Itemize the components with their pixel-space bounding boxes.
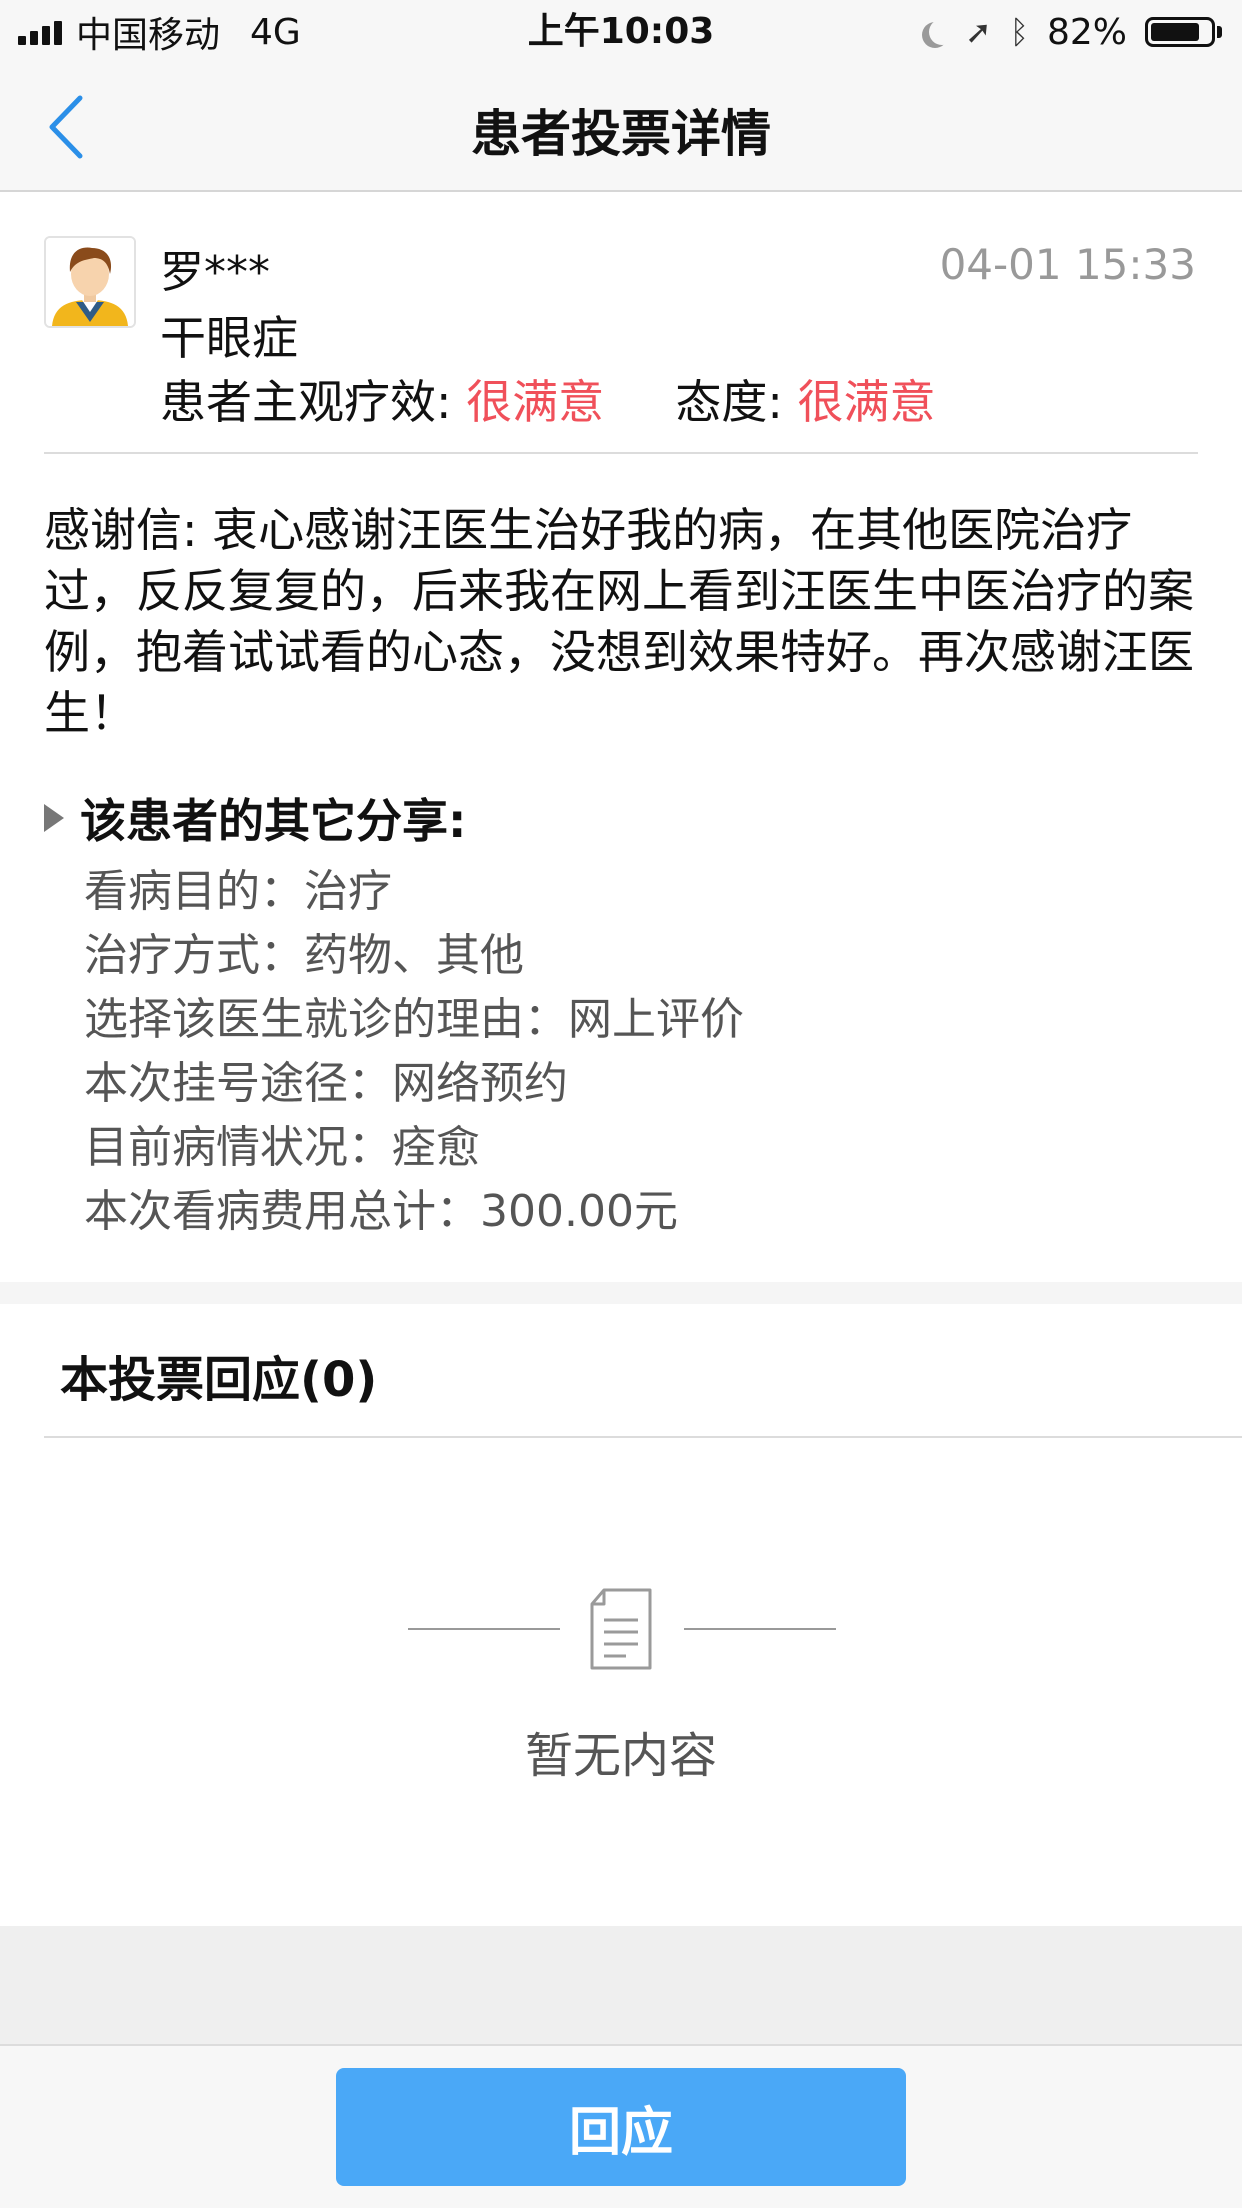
status-bar: 中国移动 4G 上午10:03 ➚ ᛒ 82%	[0, 0, 1242, 64]
share-item: 选择该医生就诊的理由：网上评价	[84, 994, 744, 1045]
share-header[interactable]: 该患者的其它分享:	[44, 788, 466, 848]
footer-spacer	[0, 1926, 1242, 2044]
empty-divider-left	[408, 1628, 560, 1630]
bottom-bar: 回应	[0, 2044, 1242, 2208]
bluetooth-icon: ᛒ	[1009, 13, 1029, 51]
attitude-value: 很满意	[797, 375, 936, 429]
share-item: 看病目的：治疗	[84, 866, 392, 917]
divider	[44, 452, 1198, 454]
review-timestamp: 04-01 15:33	[939, 240, 1196, 289]
thanks-letter: 感谢信: 衷心感谢汪医生治好我的病，在其他医院治疗过，反反复复的，后来我在网上看…	[44, 503, 1194, 740]
battery-icon	[1145, 17, 1222, 47]
responses-title: 本投票回应(0)	[60, 1352, 378, 1408]
nav-bar: 患者投票详情	[0, 64, 1242, 192]
avatar	[44, 236, 136, 328]
divider	[44, 1436, 1242, 1438]
share-item: 本次挂号途径：网络预约	[84, 1058, 568, 1109]
condition-label: 干眼症	[160, 311, 298, 365]
reply-button[interactable]: 回应	[336, 2068, 906, 2186]
page-title: 患者投票详情	[471, 105, 771, 163]
effect-label: 患者主观疗效:	[160, 375, 452, 429]
share-item: 目前病情状况：痊愈	[84, 1122, 480, 1173]
empty-divider-right	[684, 1628, 836, 1630]
patient-name: 罗***	[160, 247, 270, 298]
share-item: 治疗方式：药物、其他	[84, 930, 524, 981]
empty-state-text: 暂无内容	[524, 1728, 717, 1784]
location-icon: ➚	[964, 13, 992, 51]
effect-value: 很满意	[466, 375, 605, 429]
do-not-disturb-icon	[929, 19, 955, 45]
battery-percent: 82%	[1046, 11, 1127, 53]
ratings-row: 患者主观疗效: 很满意 态度: 很满意	[160, 366, 936, 432]
section-separator	[0, 1282, 1242, 1304]
share-list: 看病目的：治疗 治疗方式：药物、其他 选择该医生就诊的理由：网上评价 本次挂号途…	[84, 860, 744, 1244]
attitude-label: 态度:	[675, 375, 783, 429]
expand-triangle-icon	[44, 804, 64, 832]
share-header-label: 该患者的其它分享:	[80, 794, 467, 848]
share-item: 本次看病费用总计：300.00元	[84, 1186, 678, 1237]
document-icon	[590, 1588, 652, 1670]
